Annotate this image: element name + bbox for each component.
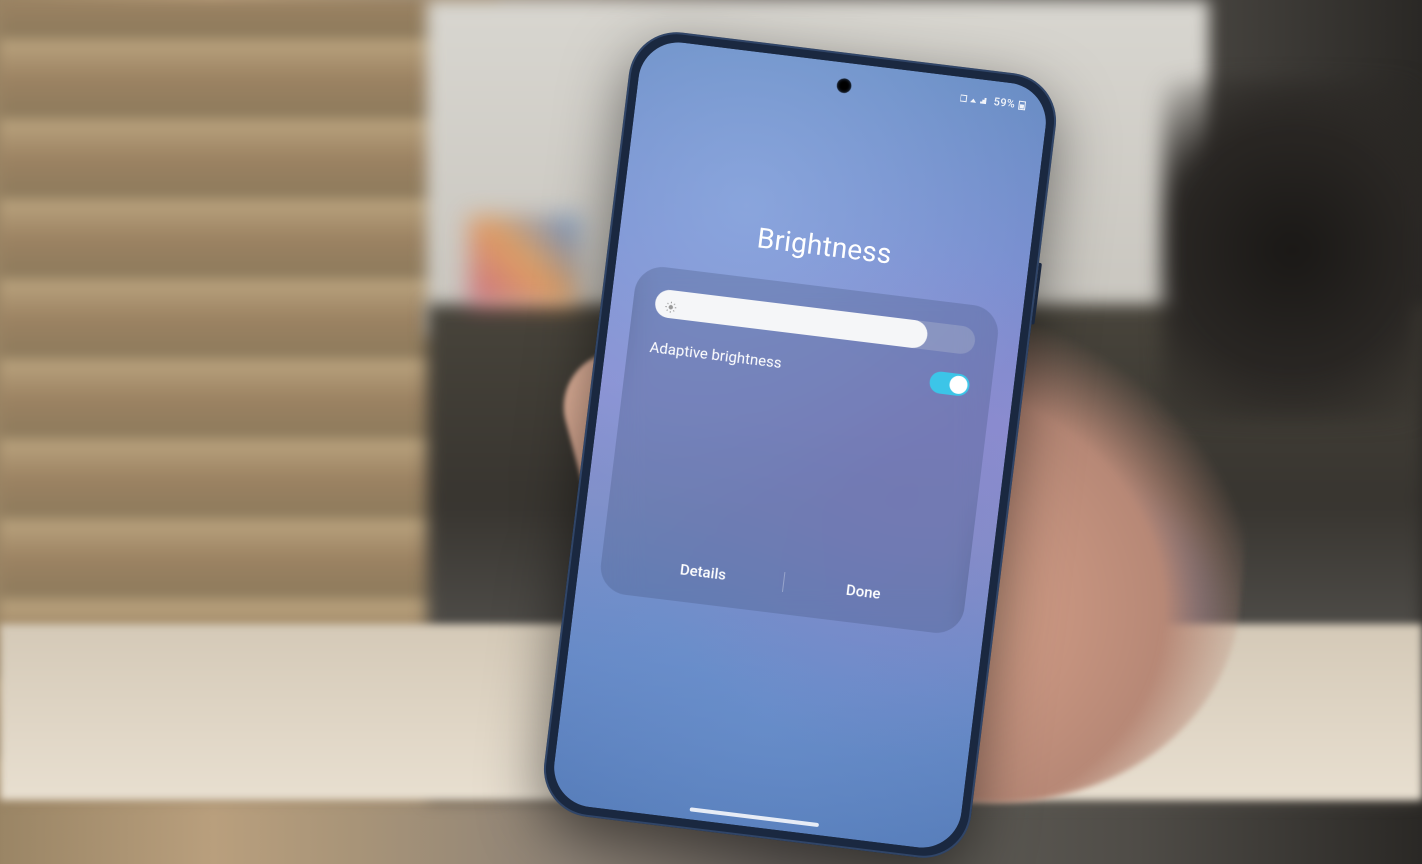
battery-icon	[1017, 98, 1029, 112]
status-battery-text: 59%	[993, 95, 1016, 111]
brightness-slider-fill	[654, 288, 929, 349]
status-bar: 59%	[960, 91, 1029, 112]
adaptive-brightness-toggle[interactable]	[928, 370, 970, 397]
phone-screen: 59% Brightness Adaptive brightness	[550, 38, 1051, 852]
details-button[interactable]: Details	[622, 553, 783, 590]
background-espresso-machine	[1162, 80, 1422, 420]
front-camera-hole	[836, 78, 852, 94]
brightness-panel: Adaptive brightness Details Done	[598, 264, 1001, 636]
sun-icon	[665, 298, 678, 311]
home-indicator-bar[interactable]	[690, 807, 820, 827]
background-photo-frames	[469, 216, 579, 306]
panel-action-row: Details Done	[622, 539, 946, 612]
adaptive-brightness-label: Adaptive brightness	[649, 338, 783, 372]
status-indicators-icon	[960, 91, 991, 108]
toggle-thumb	[948, 375, 968, 395]
done-button[interactable]: Done	[783, 573, 944, 610]
